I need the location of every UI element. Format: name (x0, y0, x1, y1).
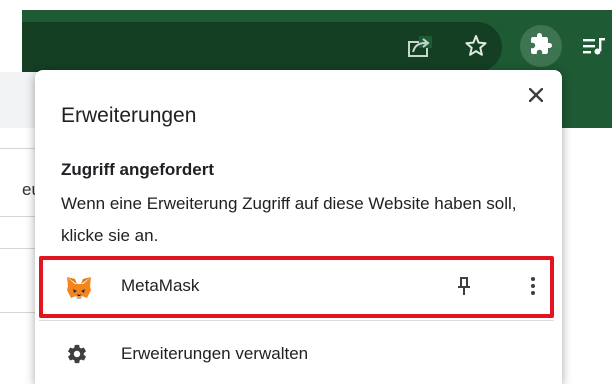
extensions-popup: Erweiterungen Zugriff angefordert Wenn e… (35, 70, 562, 384)
popup-divider (39, 320, 554, 321)
star-icon[interactable] (460, 30, 492, 62)
share-icon[interactable] (404, 30, 436, 62)
page-divider (0, 148, 36, 149)
reading-list-icon[interactable] (578, 30, 610, 62)
gear-icon (66, 343, 88, 365)
close-button[interactable] (523, 84, 549, 110)
manage-extensions-label: Erweiterungen verwalten (121, 344, 309, 363)
extensions-button[interactable] (520, 25, 562, 67)
page-banner-right (560, 72, 612, 128)
page-header-area (0, 72, 36, 128)
extensions-icon (529, 32, 553, 61)
more-vert-icon (530, 276, 536, 301)
pin-button[interactable] (451, 274, 477, 302)
pin-icon (456, 276, 472, 301)
close-icon (528, 87, 544, 107)
manage-extensions-button[interactable]: Erweiterungen verwalten (35, 332, 562, 376)
popup-title: Erweiterungen (61, 104, 197, 127)
access-requested-heading: Zugriff angefordert (61, 160, 214, 179)
access-requested-description: Wenn eine Erweiterung Zugriff auf diese … (61, 194, 517, 245)
page-divider (0, 216, 36, 217)
window-top-strip (0, 0, 612, 10)
page-divider (0, 312, 36, 313)
more-options-button[interactable] (523, 274, 543, 302)
extension-name: MetaMask (121, 276, 200, 295)
extension-item-metamask[interactable]: MetaMask (39, 256, 554, 318)
page-divider (0, 248, 36, 249)
metamask-fox-icon (66, 276, 92, 300)
